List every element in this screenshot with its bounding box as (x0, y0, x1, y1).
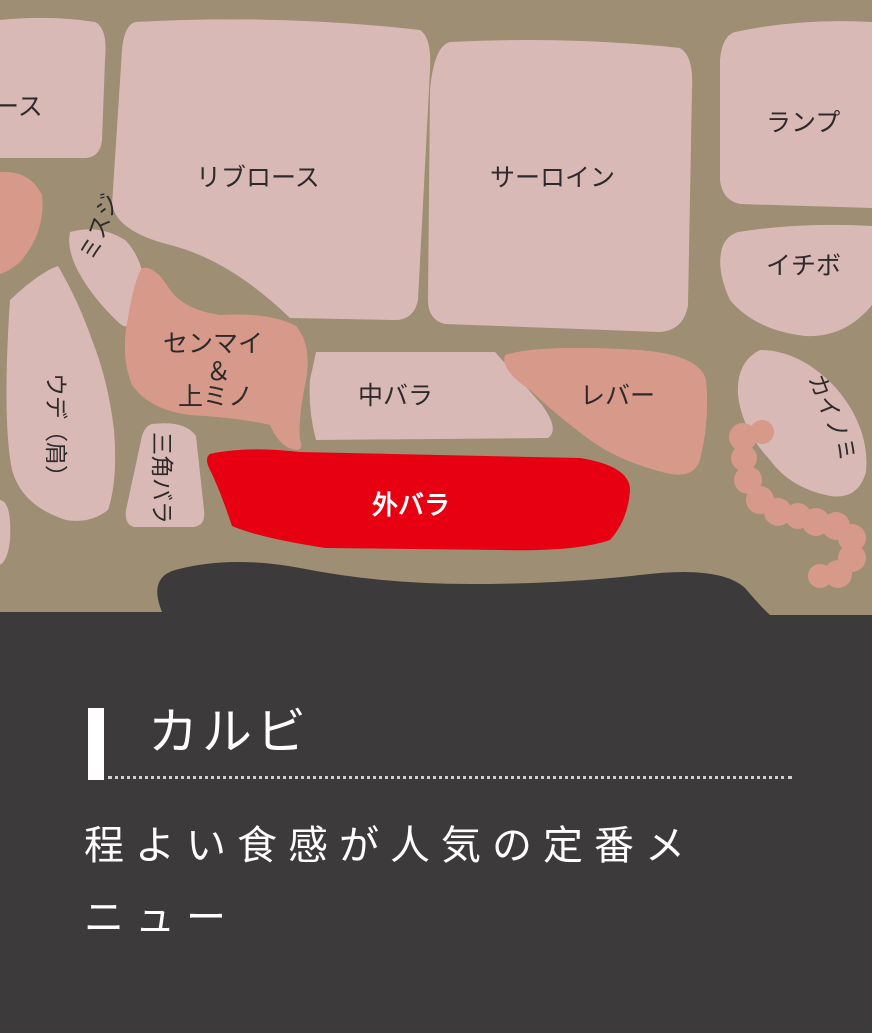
label-liver: レバー (580, 381, 655, 410)
description-line-1: 程よい食感が人気の定番メ (84, 823, 696, 869)
cut-map-page: ース リブロース サーロイン ランプ イチボ ミスジ センマイ ＆ 上ミノ 中バ… (0, 0, 872, 1033)
cut-info-panel: カルビ 程よい食感が人気の定番メ ニュー (0, 640, 872, 1033)
label-rump: ランプ (766, 108, 840, 137)
beef-cut-map: ース リブロース サーロイン ランプ イチボ ミスジ センマイ ＆ 上ミノ 中バ… (0, 0, 872, 620)
cut-description: 程よい食感が人気の定番メ ニュー (84, 810, 804, 954)
title-accent-bar (88, 708, 104, 780)
cut-title: カルビ (148, 703, 310, 761)
label-ribroast: リブロース (196, 163, 320, 192)
label-ichibo: イチボ (766, 251, 841, 280)
label-senmai-line1: センマイ (163, 329, 263, 358)
label-ude: ウデ（肩） (42, 373, 68, 488)
cut-roast[interactable] (0, 17, 106, 159)
label-nakabara: 中バラ (358, 381, 433, 410)
description-line-2: ニュー (84, 895, 237, 941)
label-sotobara: 外バラ (372, 491, 450, 521)
label-sirloin: サーロイン (490, 163, 615, 192)
label-senmai-line3: 上ミノ (178, 382, 253, 411)
label-sankaku-bara: 三角バラ (148, 432, 174, 524)
label-roast: ース (0, 92, 43, 121)
title-divider (108, 776, 792, 779)
